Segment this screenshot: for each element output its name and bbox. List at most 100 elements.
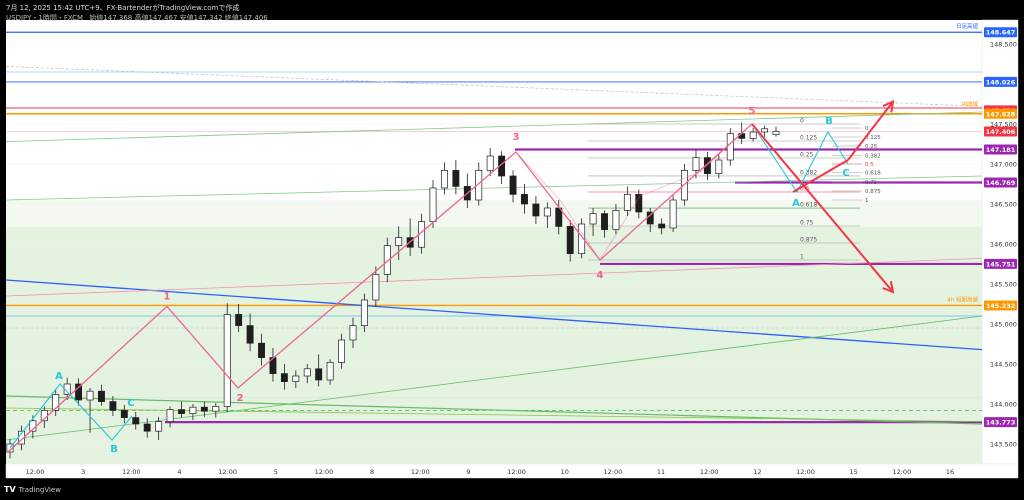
candle-body[interactable]: [303, 368, 311, 377]
candle-body[interactable]: [246, 325, 254, 344]
candle-body[interactable]: [75, 383, 83, 401]
candle-body[interactable]: [315, 368, 323, 381]
candle-body[interactable]: [521, 194, 528, 205]
tradingview-logo-icon: TV: [4, 485, 16, 494]
candle-body[interactable]: [532, 203, 540, 217]
time-tick-15: 12: [753, 468, 761, 476]
time-tick-19: 16: [946, 468, 954, 476]
level-label-mid: 中間線: [961, 100, 978, 108]
time-tick-13: 11: [657, 468, 665, 476]
price-tick-10: 148.500: [990, 41, 1017, 49]
candle-body[interactable]: [98, 390, 105, 402]
candle-body[interactable]: [612, 210, 620, 230]
candle-body[interactable]: [658, 223, 666, 229]
candle-body[interactable]: [623, 194, 631, 211]
price-tick-7: 147.000: [990, 161, 1017, 169]
time-tick-0: 12:00: [26, 468, 45, 476]
candle-body[interactable]: [292, 375, 300, 382]
time-tick-8: 12:00: [411, 468, 430, 476]
corr-label-c-left: C: [127, 398, 134, 409]
price-tag-label: 145.232: [986, 302, 1016, 310]
time-tick-9: 9: [466, 468, 470, 476]
time-tick-17: 15: [850, 468, 858, 476]
candle-body[interactable]: [349, 325, 357, 341]
candle-body[interactable]: [132, 417, 140, 425]
header-symbol[interactable]: USDJPY・1時間・FXCM: [6, 14, 83, 22]
price-tag-label: 147.406: [986, 128, 1016, 136]
price-tag-label: 146.769: [986, 179, 1016, 187]
tradingview-brand[interactable]: TradingView: [19, 486, 61, 494]
fib-label-2: 0.25: [800, 152, 814, 159]
candle-body[interactable]: [635, 194, 643, 213]
price-tag-label: 143.773: [986, 419, 1016, 427]
candle-body[interactable]: [120, 410, 128, 418]
fib2-label-3: 0.382: [865, 154, 881, 160]
candle-body[interactable]: [543, 207, 551, 217]
time-tick-7: 8: [370, 468, 374, 476]
candle-body[interactable]: [440, 170, 448, 189]
corr-label-a-left: A: [55, 371, 63, 382]
price-tag-label: 148.647: [986, 29, 1016, 37]
candle-body[interactable]: [258, 342, 265, 358]
candle-body[interactable]: [692, 157, 700, 171]
time-tick-10: 12:00: [507, 468, 526, 476]
candle-body[interactable]: [212, 406, 220, 412]
time-tick-12: 12:00: [604, 468, 623, 476]
fib2-label-4: 0.5: [865, 162, 874, 168]
candle-body[interactable]: [360, 299, 368, 326]
price-tag-label: 147.181: [986, 146, 1016, 154]
fib-label-1: 0.125: [800, 135, 817, 142]
price-tick-5: 146.000: [990, 241, 1017, 249]
candle-body[interactable]: [280, 373, 288, 382]
candle-body[interactable]: [669, 199, 677, 229]
price-tag-label: 147.628: [986, 110, 1016, 118]
candle-body[interactable]: [143, 423, 151, 432]
candle-body[interactable]: [486, 155, 494, 171]
corr-label-b-right: B: [825, 116, 833, 127]
candle-body[interactable]: [338, 339, 346, 363]
candle-body[interactable]: [772, 131, 780, 135]
time-tick-5: 5: [274, 468, 278, 476]
candle-body[interactable]: [372, 274, 380, 301]
price-tick-2: 144.500: [990, 361, 1017, 369]
candle-body[interactable]: [715, 159, 723, 174]
candle-body[interactable]: [601, 213, 608, 230]
fib2-label-8: 1: [865, 198, 869, 204]
candle-body[interactable]: [235, 314, 243, 326]
time-tick-16: 12:00: [796, 468, 815, 476]
candle-body[interactable]: [326, 362, 334, 381]
candle-body[interactable]: [189, 406, 197, 414]
candle-body[interactable]: [223, 314, 231, 407]
fib2-label-0: 0: [865, 126, 869, 132]
candle-body[interactable]: [109, 401, 117, 411]
candle-body[interactable]: [429, 187, 437, 222]
header-ohlc: 始値147.368 高値147.467 安値147.342 終値147.406: [89, 14, 268, 22]
candle-body[interactable]: [749, 131, 757, 139]
candle-body[interactable]: [200, 406, 208, 412]
time-tick-4: 12:00: [218, 468, 237, 476]
candle-body[interactable]: [155, 421, 163, 432]
corr-label-b-left: B: [110, 444, 118, 455]
fib-label-7: 0.875: [800, 237, 817, 244]
chart-window: 0 0.125 0.25 0.382 0.5 0.618 0.75 0.875 1 0 0.125 0…: [0, 0, 1024, 500]
time-tick-6: 12:00: [315, 468, 334, 476]
wave-label-4: 4: [597, 270, 604, 281]
candle-body[interactable]: [566, 226, 574, 254]
candle-body[interactable]: [395, 237, 403, 246]
candle-body[interactable]: [452, 170, 460, 187]
candle-body[interactable]: [86, 390, 94, 401]
wave-label-3: 3: [513, 132, 520, 143]
candle-body[interactable]: [589, 213, 597, 225]
price-tick-4: 145.500: [990, 281, 1017, 289]
time-tick-18: 12:00: [892, 468, 911, 476]
candle-body[interactable]: [178, 409, 185, 414]
price-chart[interactable]: 00.1250.250.3820.50.6180.750.875100.1250…: [0, 0, 1024, 500]
candle-body[interactable]: [509, 175, 517, 195]
price-tick-1: 144.000: [990, 401, 1017, 409]
wave-label-5: 5: [749, 106, 756, 117]
time-tick-3: 4: [177, 468, 181, 476]
candle-body[interactable]: [166, 409, 174, 422]
candle-body[interactable]: [726, 133, 734, 161]
fib2-label-6: 0.75: [865, 180, 878, 186]
candle-body[interactable]: [761, 128, 769, 133]
